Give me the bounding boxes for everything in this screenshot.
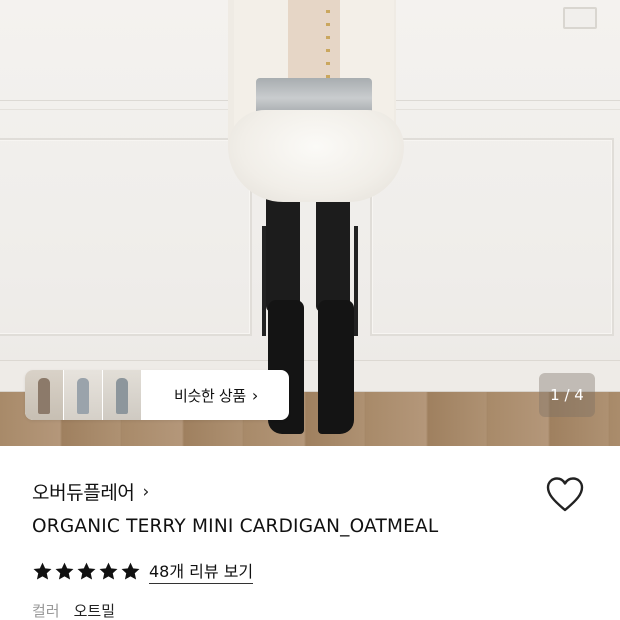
similar-products-button[interactable]: 비슷한 상품 › — [25, 370, 289, 420]
star-icon — [98, 561, 119, 582]
color-value: 오트밀 — [73, 602, 116, 620]
chevron-right-icon: › — [251, 385, 259, 405]
cardigan-buttons — [326, 0, 330, 80]
similar-products-text: 비슷한 상품 — [173, 386, 246, 405]
boot-right — [318, 300, 354, 434]
wall-outlet — [563, 7, 597, 29]
review-link[interactable]: 48개 리뷰 보기 — [149, 558, 254, 584]
color-label: 컬러 — [32, 602, 60, 620]
wall-panel-left — [0, 138, 252, 336]
star-icon — [54, 561, 75, 582]
product-title: ORGANIC TERRY MINI CARDIGAN_OATMEAL — [32, 516, 439, 537]
ribbon-right — [354, 226, 358, 336]
similar-product-thumbnail — [103, 370, 141, 420]
inner-top — [288, 0, 340, 80]
rating-row: 48개 리뷰 보기 — [32, 558, 254, 584]
wishlist-heart-icon[interactable] — [545, 476, 585, 514]
leg-right — [316, 192, 350, 312]
similar-products-thumbnails — [25, 370, 143, 420]
brand-link[interactable]: 오버듀플레어 › — [32, 478, 149, 505]
leg-left — [266, 192, 300, 312]
product-image-carousel[interactable]: 비슷한 상품 › 1 / 4 — [0, 0, 620, 446]
brand-name: 오버듀플레어 — [32, 482, 135, 504]
star-icon — [120, 561, 141, 582]
star-rating — [32, 561, 142, 582]
similar-products-label: 비슷한 상품 › — [143, 385, 289, 406]
bubble-skirt — [228, 110, 404, 202]
color-option-row: 컬러 오트밀 — [32, 600, 115, 620]
star-icon — [76, 561, 97, 582]
star-icon — [32, 561, 53, 582]
similar-product-thumbnail — [25, 370, 63, 420]
chevron-right-icon: › — [142, 481, 150, 502]
similar-product-thumbnail — [64, 370, 102, 420]
thumbnail-figure — [38, 378, 50, 414]
image-page-counter: 1 / 4 — [539, 373, 595, 417]
thumbnail-figure — [77, 378, 89, 414]
thumbnail-figure — [116, 378, 128, 414]
